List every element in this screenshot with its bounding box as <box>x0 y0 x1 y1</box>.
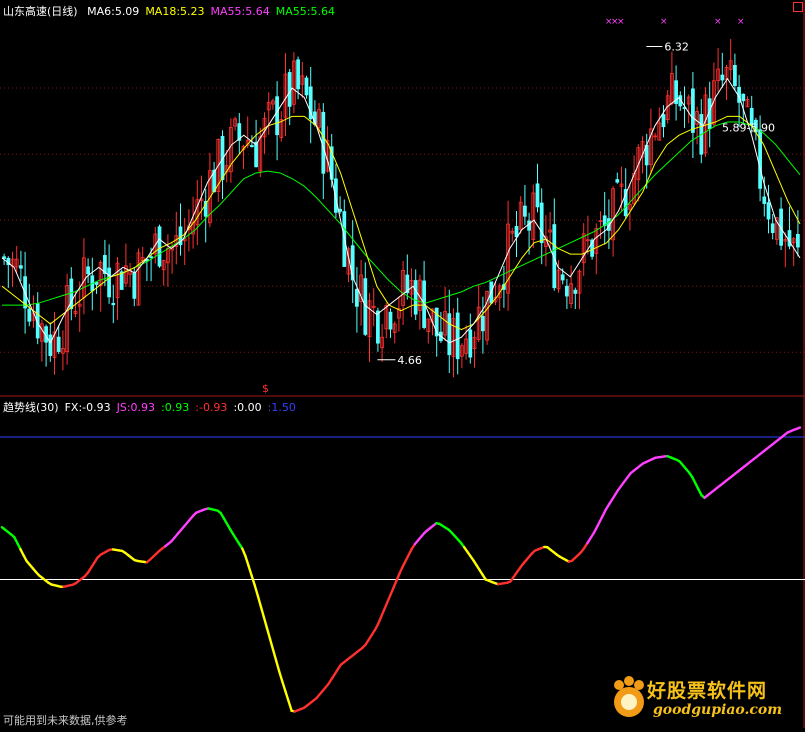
low-label: 4.66 <box>397 354 422 367</box>
candle-body-124 <box>523 206 526 216</box>
chart-svg[interactable]: 6.324.665.89-5.90××××××$ <box>0 0 805 728</box>
price-chart-header: 山东高速(日线) MA6:5.09 MA18:5.23 MA55:5.64 MA55:… <box>3 3 341 19</box>
indicator-label-3: :0.93 <box>161 401 189 414</box>
paw-logo-icon <box>609 676 649 722</box>
candle-body-84 <box>355 289 358 306</box>
indicator-label-5: :0.00 <box>233 401 261 414</box>
candle-body-37 <box>158 227 161 266</box>
candle-body-20 <box>87 267 90 274</box>
candle-body-106 <box>448 314 451 355</box>
ma-label-2: MA55:5.64 <box>211 5 270 18</box>
trend-segment-79 <box>245 556 248 566</box>
candle-body-181 <box>763 197 766 204</box>
ma-label-0: MA6:5.09 <box>87 5 139 18</box>
candle-body-13 <box>57 337 60 351</box>
signal-x-marker-2: × <box>617 17 625 27</box>
candle-body-183 <box>771 224 774 233</box>
candle-body-28 <box>120 272 123 290</box>
stock-title: 山东高速(日线) <box>3 5 78 18</box>
candle-body-176 <box>742 94 745 101</box>
trend-segment-89 <box>276 661 279 672</box>
indicator-label-4: :-0.93 <box>195 401 227 414</box>
candle-body-89 <box>376 311 379 343</box>
candle-body-6 <box>28 309 31 321</box>
candle-body-108 <box>456 313 459 359</box>
trend-segment-87 <box>270 639 273 650</box>
candle-body-122 <box>515 226 518 236</box>
candle-body-125 <box>528 221 531 230</box>
candle-body-4 <box>19 266 22 269</box>
candle-body-111 <box>469 330 472 357</box>
indicator-label-6: :1.50 <box>268 401 296 414</box>
trend-segment-91 <box>282 682 285 692</box>
candle-body-72 <box>305 78 308 95</box>
signal-x-marker-5: × <box>737 17 745 27</box>
signal-x-marker-4: × <box>714 17 722 27</box>
watermark-cn: 好股票软件网 <box>647 676 767 703</box>
trend-segment-85 <box>264 617 267 628</box>
candle-body-59 <box>250 145 253 146</box>
candle-body-171 <box>721 75 724 80</box>
candle-body-189 <box>796 234 799 247</box>
candle-body-134 <box>565 286 568 296</box>
watermark-en: goodgupiao.com <box>653 702 782 718</box>
candle-body-128 <box>540 203 543 243</box>
candle-body-114 <box>481 316 484 330</box>
trend-segment-93 <box>289 701 292 711</box>
trend-segment-84 <box>261 606 264 617</box>
candle-body-65 <box>276 97 279 135</box>
trend-segment-92 <box>285 691 288 701</box>
trend-segment-258 <box>797 428 800 429</box>
candle-body-164 <box>691 89 694 133</box>
indicator-label-2: JS:0.93 <box>117 401 155 414</box>
trend-segment-80 <box>248 566 251 576</box>
range-label: 5.89-5.90 <box>722 122 775 135</box>
candle-body-92 <box>389 312 392 329</box>
candle-body-60 <box>255 142 258 166</box>
ma-label-1: MA18:5.23 <box>145 5 204 18</box>
trend-segment-81 <box>252 575 255 585</box>
candle-body-146 <box>616 180 619 183</box>
candle-body-174 <box>733 65 736 85</box>
indicator-label-1: FX:-0.93 <box>65 401 111 414</box>
trend-segment-90 <box>279 672 282 682</box>
candle-body-98 <box>414 281 417 315</box>
indicator-label-0: 趋势线(30) <box>3 401 59 414</box>
high-label: 6.32 <box>664 41 689 54</box>
trend-segment-88 <box>273 650 276 661</box>
candle-body-31 <box>133 273 136 298</box>
candle-body-157 <box>662 115 665 127</box>
indicator-header: 趋势线(30) FX:-0.93 JS:0.93 :0.93 :-0.93 :0.00 :1… <box>3 399 302 415</box>
footer-note: 可能用到未来数据,供参考 <box>3 712 128 728</box>
candle-body-11 <box>49 335 52 356</box>
watermark-logo: 好股票软件网 goodgupiao.com <box>609 674 799 724</box>
trend-segment-83 <box>258 595 261 606</box>
candle-body-70 <box>297 60 300 89</box>
chart-stage[interactable]: 6.324.665.89-5.90××××××$ <box>0 0 805 728</box>
candle-body-182 <box>767 203 770 219</box>
candle-body-136 <box>574 290 577 293</box>
ma18-line <box>2 116 800 329</box>
signal-marker: $ <box>262 382 269 395</box>
trend-segment-86 <box>267 628 270 639</box>
signal-x-marker-3: × <box>660 17 668 27</box>
ma-label-3: MA55:5.64 <box>276 5 335 18</box>
candle-body-26 <box>112 303 115 304</box>
candle-body-35 <box>150 257 153 258</box>
trend-segment-82 <box>255 585 258 595</box>
candle-body-25 <box>108 268 111 297</box>
ma6-line <box>2 79 800 343</box>
corner-box-icon[interactable] <box>793 2 803 12</box>
candle-body-133 <box>561 275 564 280</box>
candle-body-127 <box>536 184 539 207</box>
